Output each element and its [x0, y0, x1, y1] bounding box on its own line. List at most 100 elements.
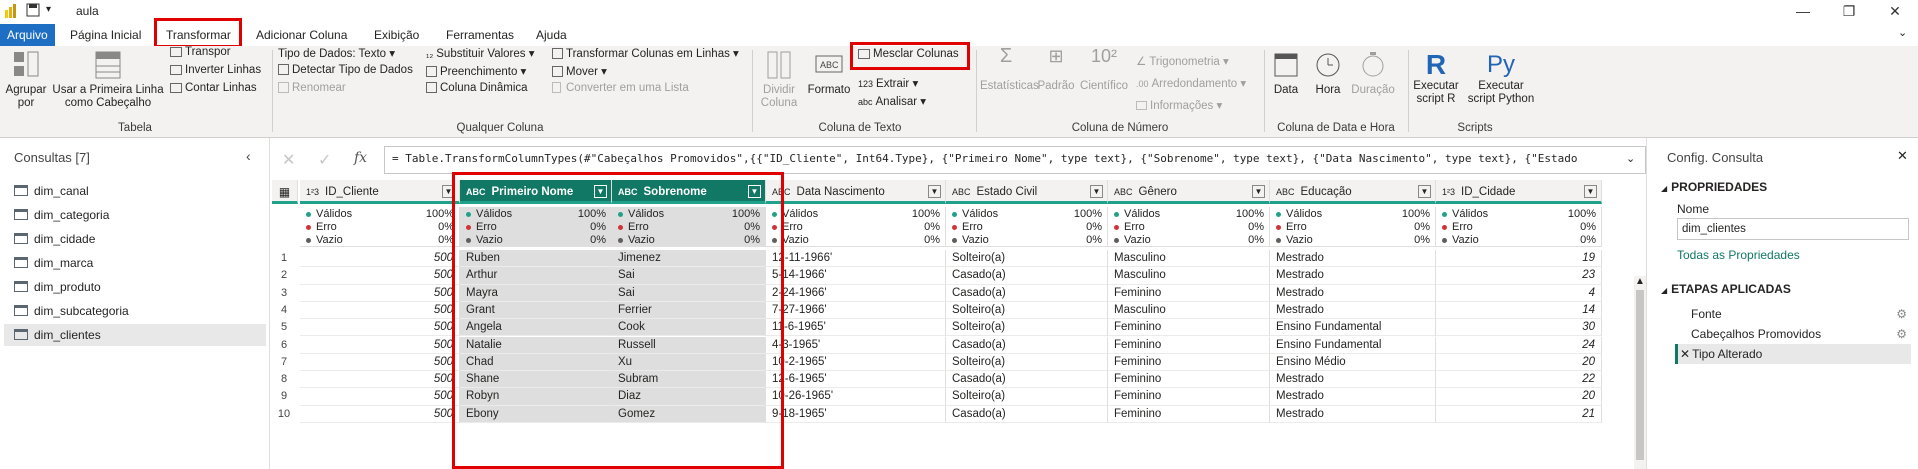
- minimize-button[interactable]: —: [1780, 0, 1826, 22]
- table-cell[interactable]: 10-2-1965': [766, 353, 946, 372]
- data-button[interactable]: Data: [1268, 50, 1304, 97]
- table-cell[interactable]: 500: [300, 301, 460, 320]
- row-number[interactable]: 8: [272, 371, 296, 388]
- grid-vertical-scrollbar[interactable]: ▲: [1634, 276, 1646, 469]
- estatisticas-button[interactable]: Σ Estatísticas: [980, 46, 1039, 93]
- table-cell[interactable]: Feminino: [1108, 371, 1270, 389]
- query-item-dim-cidade[interactable]: dim_cidade: [4, 228, 266, 250]
- table-cell[interactable]: 500: [300, 284, 460, 302]
- table-cell[interactable]: 21: [1436, 405, 1602, 423]
- duracao-button[interactable]: Duração: [1350, 50, 1396, 97]
- table-cell[interactable]: Mestrado: [1270, 301, 1436, 320]
- table-cell[interactable]: Masculino: [1108, 250, 1270, 268]
- table-cell[interactable]: Casado(a): [946, 336, 1108, 354]
- table-cell[interactable]: Solteiro(a): [946, 301, 1108, 320]
- table-cell[interactable]: Masculino: [1108, 267, 1270, 285]
- maximize-button[interactable]: ❐: [1826, 0, 1872, 22]
- table-cell[interactable]: 24: [1436, 336, 1602, 354]
- dividir-coluna-button[interactable]: Dividir Coluna: [756, 50, 802, 110]
- table-cell[interactable]: 4-3-1965': [766, 336, 946, 354]
- save-icon[interactable]: [26, 3, 40, 17]
- collapse-pane-icon[interactable]: ‹: [246, 148, 251, 164]
- table-cell[interactable]: 22: [1436, 371, 1602, 389]
- row-number[interactable]: 4: [272, 302, 296, 319]
- table-cell[interactable]: Casado(a): [946, 405, 1108, 423]
- coluna-dinamica-button[interactable]: Coluna Dinâmica: [426, 82, 528, 94]
- row-number[interactable]: 6: [272, 337, 296, 354]
- table-cell[interactable]: 500: [300, 267, 460, 285]
- cientifico-button[interactable]: 10² Científico: [1078, 47, 1130, 93]
- query-item-dim-subcategoria[interactable]: dim_subcategoria: [4, 300, 266, 322]
- row-number[interactable]: 9: [272, 388, 296, 405]
- table-cell[interactable]: Solteiro(a): [946, 388, 1108, 406]
- row-number[interactable]: 3: [272, 285, 296, 302]
- column-type-icon[interactable]: ABC: [1276, 187, 1295, 197]
- table-cell[interactable]: Solteiro(a): [946, 250, 1108, 268]
- row-number[interactable]: 7: [272, 354, 296, 371]
- table-cell[interactable]: 19: [1436, 250, 1602, 268]
- table-cell[interactable]: Ensino Fundamental: [1270, 336, 1436, 354]
- table-cell[interactable]: 14: [1436, 301, 1602, 320]
- table-cell[interactable]: Mestrado: [1270, 250, 1436, 268]
- transformar-colunas-linhas-button[interactable]: Transformar Colunas em Linhas ▾: [552, 46, 739, 60]
- table-cell[interactable]: 20: [1436, 353, 1602, 372]
- table-cell[interactable]: 30: [1436, 319, 1602, 337]
- analisar-button[interactable]: abc Analisar ▾: [858, 94, 926, 108]
- inverter-linhas-button[interactable]: Inverter Linhas: [170, 64, 261, 76]
- tipo-dados-dropdown[interactable]: Tipo de Dados: Texto ▾: [278, 46, 395, 60]
- column-header[interactable]: ABC Data Nascimento ▼: [766, 180, 946, 204]
- table-cell[interactable]: Feminino: [1108, 319, 1270, 337]
- query-item-dim-categoria[interactable]: dim_categoria: [4, 204, 266, 226]
- cancel-formula-icon[interactable]: ✕: [282, 150, 295, 170]
- table-cell[interactable]: 9-18-1965': [766, 405, 946, 423]
- column-header[interactable]: ABC Gênero ▼: [1108, 180, 1270, 204]
- tab-adicionar-coluna[interactable]: Adicionar Coluna: [250, 25, 353, 45]
- table-cell[interactable]: 5-14-1966': [766, 267, 946, 285]
- function-icon[interactable]: fx: [354, 150, 367, 166]
- tab-exibicao[interactable]: Exibição: [368, 25, 425, 45]
- column-header[interactable]: ABC Estado Civil ▼: [946, 180, 1108, 204]
- scroll-thumb[interactable]: [1636, 290, 1644, 460]
- table-cell[interactable]: 500: [300, 388, 460, 406]
- table-cell[interactable]: Mestrado: [1270, 371, 1436, 389]
- extrair-button[interactable]: 123 Extrair ▾: [858, 76, 918, 90]
- properties-header[interactable]: ◢ PROPRIEDADES: [1661, 180, 1767, 194]
- table-cell[interactable]: Mestrado: [1270, 284, 1436, 302]
- formula-text[interactable]: = Table.TransformColumnTypes(#"Cabeçalho…: [392, 152, 1612, 165]
- table-cell[interactable]: Casado(a): [946, 284, 1108, 302]
- substituir-valores-button[interactable]: ₁₂ Substituir Valores ▾: [426, 46, 535, 60]
- agrupar-por-button[interactable]: Agrupar por: [4, 50, 48, 110]
- table-cell[interactable]: 500: [300, 353, 460, 372]
- expand-formula-icon[interactable]: ⌄: [1626, 152, 1635, 165]
- column-type-icon[interactable]: ABC: [952, 187, 971, 197]
- column-type-icon[interactable]: ABC: [1114, 187, 1133, 197]
- trigonometria-button[interactable]: ∠ Trigonometria ▾: [1136, 54, 1229, 68]
- column-filter-dropdown-icon[interactable]: ▼: [928, 185, 941, 198]
- executar-script-python-button[interactable]: Py Executar script Python: [1466, 50, 1536, 106]
- transpor-button[interactable]: Transpor: [170, 46, 231, 58]
- quick-access-dropdown-icon[interactable]: ▾: [46, 4, 51, 15]
- detectar-tipo-button[interactable]: Detectar Tipo de Dados: [278, 64, 413, 76]
- collapse-ribbon-icon[interactable]: ⌄: [1898, 26, 1907, 39]
- row-number[interactable]: 2: [272, 267, 296, 284]
- row-number[interactable]: 10: [272, 406, 296, 423]
- tab-arquivo[interactable]: Arquivo: [0, 24, 55, 46]
- table-cell[interactable]: 11-6-1965': [766, 319, 946, 337]
- query-item-dim-clientes[interactable]: dim_clientes: [4, 324, 266, 346]
- all-properties-link[interactable]: Todas as Propriedades: [1677, 248, 1800, 262]
- table-cell[interactable]: Feminino: [1108, 388, 1270, 406]
- query-item-dim-canal[interactable]: dim_canal: [4, 180, 266, 202]
- confirm-formula-icon[interactable]: ✓: [318, 150, 331, 170]
- applied-steps-header[interactable]: ◢ ETAPAS APLICADAS: [1661, 282, 1791, 296]
- applied-step-cabecalhos[interactable]: Cabeçalhos Promovidos ⚙: [1675, 324, 1911, 344]
- table-cell[interactable]: Mestrado: [1270, 405, 1436, 423]
- tab-pagina-inicial[interactable]: Página Inicial: [64, 25, 147, 45]
- table-cell[interactable]: 10-26-1965': [766, 388, 946, 406]
- column-filter-dropdown-icon[interactable]: ▼: [1090, 185, 1103, 198]
- table-cell[interactable]: 12-11-1966': [766, 250, 946, 268]
- arredondamento-button[interactable]: .00 Arredondamento ▾: [1136, 76, 1246, 90]
- column-type-icon[interactable]: 1²3: [1442, 187, 1455, 197]
- applied-step-tipo-alterado[interactable]: ✕ Tipo Alterado: [1675, 344, 1911, 364]
- column-header[interactable]: 1²3 ID_Cliente ▼: [300, 180, 460, 204]
- table-cell[interactable]: Solteiro(a): [946, 319, 1108, 337]
